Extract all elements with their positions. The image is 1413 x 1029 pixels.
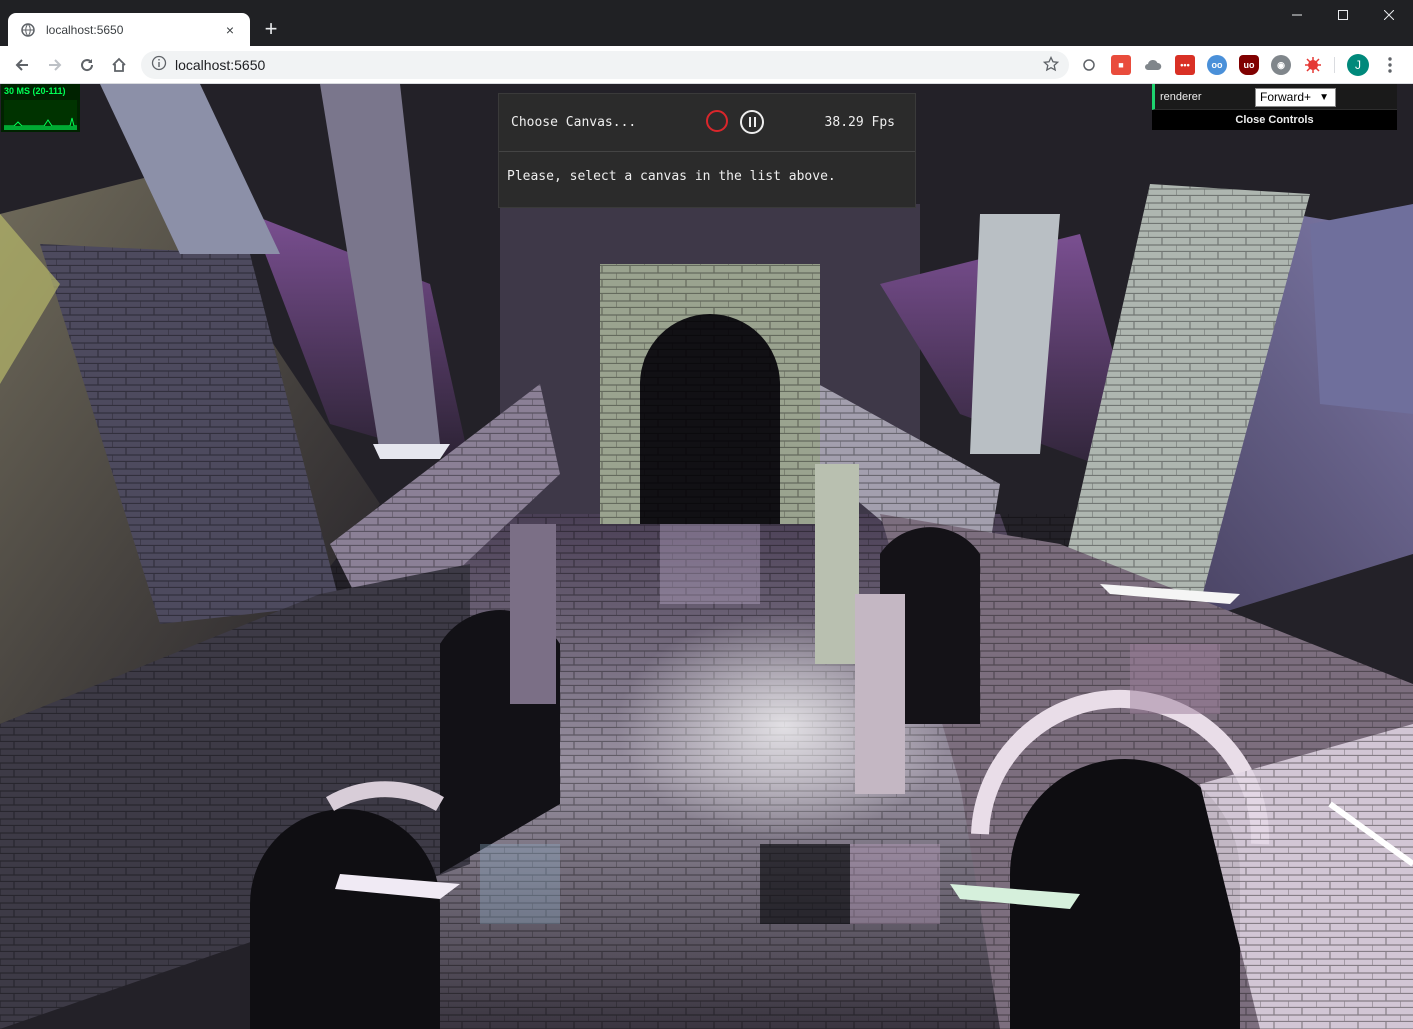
sponza-scene [0,84,1413,1029]
cloud-extension-icon[interactable] [1143,55,1163,75]
renderer-select[interactable]: Forward+ ▼ [1255,88,1336,107]
extension-virus-icon[interactable] [1303,55,1323,75]
renderer-select-value: Forward+ [1260,90,1312,104]
tab-strip: localhost:5650 × + [0,0,1413,46]
renderer-row: renderer Forward+ ▼ [1152,84,1397,110]
tab-close-icon[interactable]: × [222,22,238,38]
maximize-icon[interactable] [1320,0,1366,30]
pause-icon[interactable] [740,110,764,134]
ublock-icon[interactable]: uo [1239,55,1259,75]
stats-label: 30 MS (20-111) [4,86,66,96]
extension-red-icon[interactable]: ■ [1111,55,1131,75]
extension-eye-icon[interactable]: ◉ [1271,55,1291,75]
stats-graph [4,100,77,130]
info-icon[interactable] [151,55,167,76]
minimize-icon[interactable] [1274,0,1320,30]
extension-dots-icon[interactable]: ••• [1175,55,1195,75]
profile-avatar[interactable]: J [1347,54,1369,76]
webgl-canvas[interactable]: 30 MS (20-111) Choose Canvas... 38.29 Fp… [0,84,1413,1029]
browser-toolbar: localhost:5650 ■ ••• oo uo ◉ J [0,46,1413,84]
address-bar[interactable]: localhost:5650 [141,51,1069,79]
fps-readout: 38.29 Fps [824,115,895,130]
circle-extension-icon[interactable] [1079,55,1099,75]
inspector-message: Please, select a canvas in the list abov… [507,169,836,184]
tab-title: localhost:5650 [46,22,124,37]
back-icon[interactable] [10,53,34,77]
forward-icon[interactable] [43,53,67,77]
globe-icon [20,22,36,38]
stats-meter[interactable]: 30 MS (20-111) [1,84,80,132]
renderer-label: renderer [1160,91,1202,103]
spector-inspector-panel: Choose Canvas... 38.29 Fps Please, selec… [498,93,916,208]
reload-icon[interactable] [75,53,99,77]
close-window-icon[interactable] [1366,0,1412,30]
menu-kebab-icon[interactable] [1380,55,1400,75]
browser-tab[interactable]: localhost:5650 × [8,13,250,46]
gui-controls: renderer Forward+ ▼ Close Controls [1152,84,1397,130]
record-icon[interactable] [706,110,728,132]
inspector-header: Choose Canvas... 38.29 Fps [499,94,915,152]
chevron-down-icon: ▼ [1319,92,1329,103]
choose-canvas-dropdown[interactable]: Choose Canvas... [511,115,636,130]
close-controls-button[interactable]: Close Controls [1152,110,1397,130]
url-text: localhost:5650 [175,57,266,73]
new-tab-button[interactable]: + [259,17,283,41]
toolbar-divider [1334,57,1335,73]
home-icon[interactable] [107,53,131,77]
extension-face-icon[interactable]: oo [1207,55,1227,75]
bookmark-star-icon[interactable] [1042,55,1060,77]
